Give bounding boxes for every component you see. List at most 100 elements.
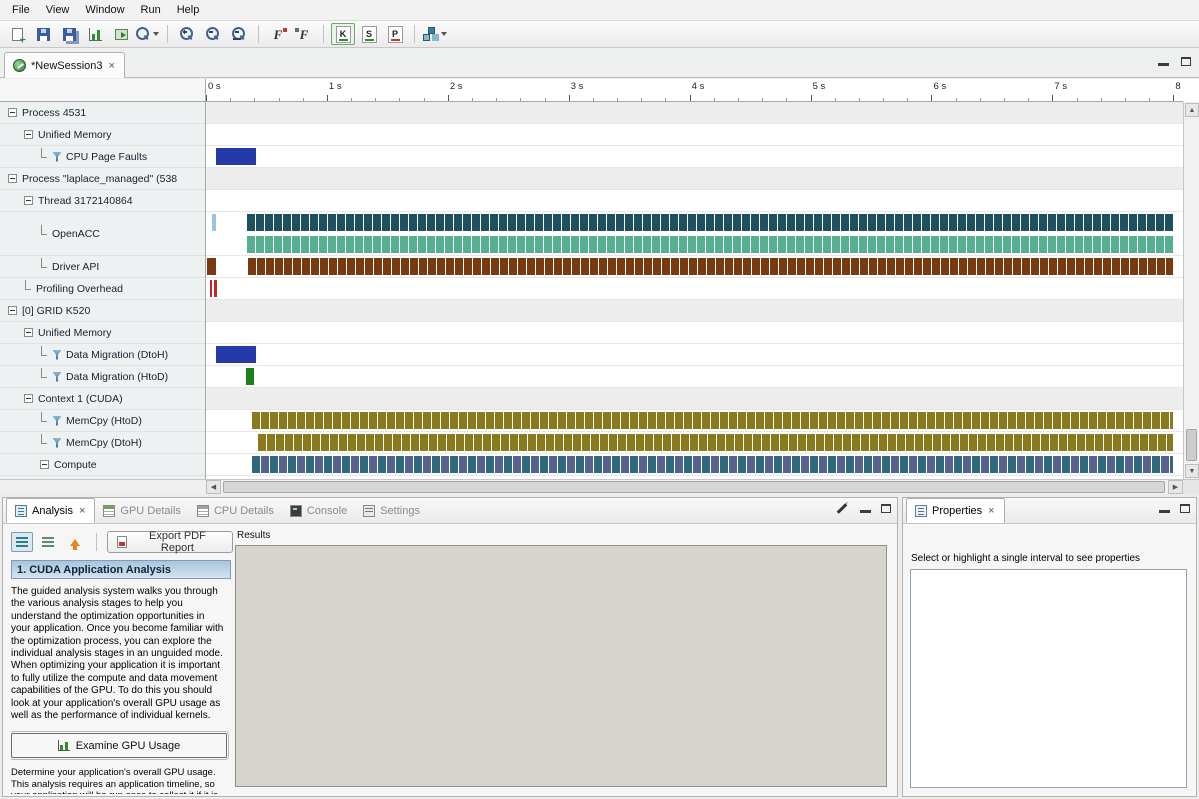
- menu-window[interactable]: Window: [77, 2, 132, 18]
- scroll-left-icon[interactable]: ◀: [206, 480, 221, 494]
- menu-help[interactable]: Help: [169, 2, 208, 18]
- timeline-track-unified-memory[interactable]: [206, 124, 1183, 146]
- promote-analysis-button[interactable]: [64, 532, 86, 552]
- filter-icon[interactable]: [52, 152, 62, 162]
- horizontal-scrollbar-thumb[interactable]: [223, 481, 1165, 493]
- timeline-row-thread-3172140864[interactable]: Thread 3172140864: [0, 190, 205, 212]
- timeline-track-0-grid-k520[interactable]: [206, 300, 1183, 322]
- vertical-scrollbar[interactable]: ▲ ▼: [1183, 102, 1199, 479]
- timeline-track-data-migration-htod[interactable]: [206, 366, 1183, 388]
- timeline-track-process-laplace-managed-538[interactable]: [206, 168, 1183, 190]
- maximize-icon[interactable]: [1180, 504, 1190, 513]
- timeline-track-memcpy-htod[interactable]: [206, 410, 1183, 432]
- timeline-row-0-grid-k520[interactable]: [0] GRID K520: [0, 300, 205, 322]
- timeline-interval[interactable]: [212, 214, 216, 231]
- tab-newsession3[interactable]: *NewSession3 ×: [4, 52, 125, 78]
- timeline-interval[interactable]: [216, 148, 256, 165]
- timeline-interval[interactable]: [207, 258, 215, 275]
- timeline-track-compute[interactable]: [206, 454, 1183, 476]
- timeline-interval[interactable]: [248, 258, 1173, 275]
- new-session-button[interactable]: [5, 23, 29, 45]
- tab-properties[interactable]: Properties ×: [906, 498, 1005, 523]
- timeline-track-profiling-overhead[interactable]: [206, 278, 1183, 300]
- timeline-row-openacc[interactable]: OpenACC: [0, 212, 205, 256]
- zoom-in-button[interactable]: [175, 23, 199, 45]
- timeline-interval[interactable]: [216, 346, 256, 363]
- tab-analysis[interactable]: Analysis×: [6, 498, 95, 523]
- tab-cpu-details[interactable]: CPU Details: [189, 498, 282, 523]
- guided-analysis-button[interactable]: [11, 532, 33, 552]
- export-pdf-button[interactable]: Export PDF Report: [107, 531, 233, 553]
- save-all-button[interactable]: [57, 23, 81, 45]
- maximize-icon[interactable]: [881, 504, 891, 513]
- timeline-interval[interactable]: [252, 456, 1173, 473]
- search-dropdown-button[interactable]: [135, 23, 160, 45]
- save-button[interactable]: [31, 23, 55, 45]
- close-icon[interactable]: ×: [987, 505, 995, 517]
- horizontal-scrollbar[interactable]: ◀ ▶: [206, 479, 1183, 494]
- timeline-track-thread-3172140864[interactable]: [206, 190, 1183, 212]
- stream-timeline-toggle[interactable]: S: [357, 23, 381, 45]
- timeline-row-unified-memory[interactable]: Unified Memory: [0, 322, 205, 344]
- timeline-row-unified-memory[interactable]: Unified Memory: [0, 124, 205, 146]
- unguided-analysis-button[interactable]: [38, 532, 60, 552]
- timeline-interval[interactable]: [210, 280, 212, 297]
- minimize-icon[interactable]: [860, 510, 871, 513]
- tab-console[interactable]: Console: [282, 498, 355, 523]
- pencil-icon[interactable]: [837, 503, 848, 514]
- collapse-toggle-icon[interactable]: [8, 108, 17, 117]
- timeline-row-driver-api[interactable]: Driver API: [0, 256, 205, 278]
- timeline-row-context-1-cuda[interactable]: Context 1 (CUDA): [0, 388, 205, 410]
- timeline-interval[interactable]: [214, 280, 216, 297]
- timeline-interval[interactable]: [246, 368, 254, 385]
- timeline-track-context-1-cuda[interactable]: [206, 388, 1183, 410]
- filter-icon[interactable]: [52, 438, 62, 448]
- examine-gpu-usage-button[interactable]: Examine GPU Usage: [11, 733, 227, 758]
- timeline-row-compute[interactable]: Compute: [0, 454, 205, 476]
- vertical-scrollbar-thumb[interactable]: [1186, 429, 1197, 461]
- collapse-toggle-icon[interactable]: [24, 394, 33, 403]
- zoom-out-button[interactable]: [201, 23, 225, 45]
- analysis-dropdown-button[interactable]: [422, 23, 448, 45]
- minimize-icon[interactable]: [1158, 63, 1169, 66]
- process-timeline-toggle[interactable]: P: [383, 23, 407, 45]
- generate-timeline-button[interactable]: [83, 23, 107, 45]
- collapse-toggle-icon[interactable]: [8, 174, 17, 183]
- export-session-button[interactable]: [109, 23, 133, 45]
- timeline-row-memcpy-dtoh[interactable]: MemCpy (DtoH): [0, 432, 205, 454]
- filter-icon[interactable]: [52, 416, 62, 426]
- minimize-icon[interactable]: [1159, 510, 1170, 513]
- close-icon[interactable]: ×: [78, 505, 86, 517]
- tab-settings[interactable]: Settings: [355, 498, 428, 523]
- timeline-row-process-laplace-managed-538[interactable]: Process "laplace_managed" (538: [0, 168, 205, 190]
- timeline-row-process-4531[interactable]: Process 4531: [0, 102, 205, 124]
- scroll-up-icon[interactable]: ▲: [1185, 103, 1199, 117]
- previous-marker-button[interactable]: F: [292, 23, 316, 45]
- timeline-track-openacc[interactable]: [206, 212, 1183, 256]
- timeline-row-memcpy-htod[interactable]: MemCpy (HtoD): [0, 410, 205, 432]
- filter-icon[interactable]: [52, 350, 62, 360]
- timeline-track-driver-api[interactable]: [206, 256, 1183, 278]
- timeline-row-data-migration-htod[interactable]: Data Migration (HtoD): [0, 366, 205, 388]
- timeline-interval[interactable]: [247, 214, 1173, 231]
- timeline-track-unified-memory[interactable]: [206, 322, 1183, 344]
- collapse-toggle-icon[interactable]: [24, 196, 33, 205]
- timeline-track-process-4531[interactable]: [206, 102, 1183, 124]
- timeline-ruler[interactable]: 0 s1 s2 s3 s4 s5 s6 s7 s8: [206, 79, 1183, 102]
- collapse-toggle-icon[interactable]: [40, 460, 49, 469]
- timeline-track-data-migration-dtoh[interactable]: [206, 344, 1183, 366]
- menu-view[interactable]: View: [38, 2, 78, 18]
- timeline-track-memcpy-dtoh[interactable]: [206, 432, 1183, 454]
- timeline-interval[interactable]: [247, 236, 1173, 253]
- scroll-down-icon[interactable]: ▼: [1185, 464, 1199, 478]
- tab-gpu-details[interactable]: GPU Details: [95, 498, 189, 523]
- collapse-toggle-icon[interactable]: [8, 306, 17, 315]
- menu-file[interactable]: File: [4, 2, 38, 18]
- timeline-interval[interactable]: [258, 434, 1173, 451]
- filter-icon[interactable]: [52, 372, 62, 382]
- next-marker-button[interactable]: F: [266, 23, 290, 45]
- timeline-track-cpu-page-faults[interactable]: [206, 146, 1183, 168]
- timeline-row-data-migration-dtoh[interactable]: Data Migration (DtoH): [0, 344, 205, 366]
- zoom-fit-button[interactable]: [227, 23, 251, 45]
- close-icon[interactable]: ×: [108, 60, 116, 72]
